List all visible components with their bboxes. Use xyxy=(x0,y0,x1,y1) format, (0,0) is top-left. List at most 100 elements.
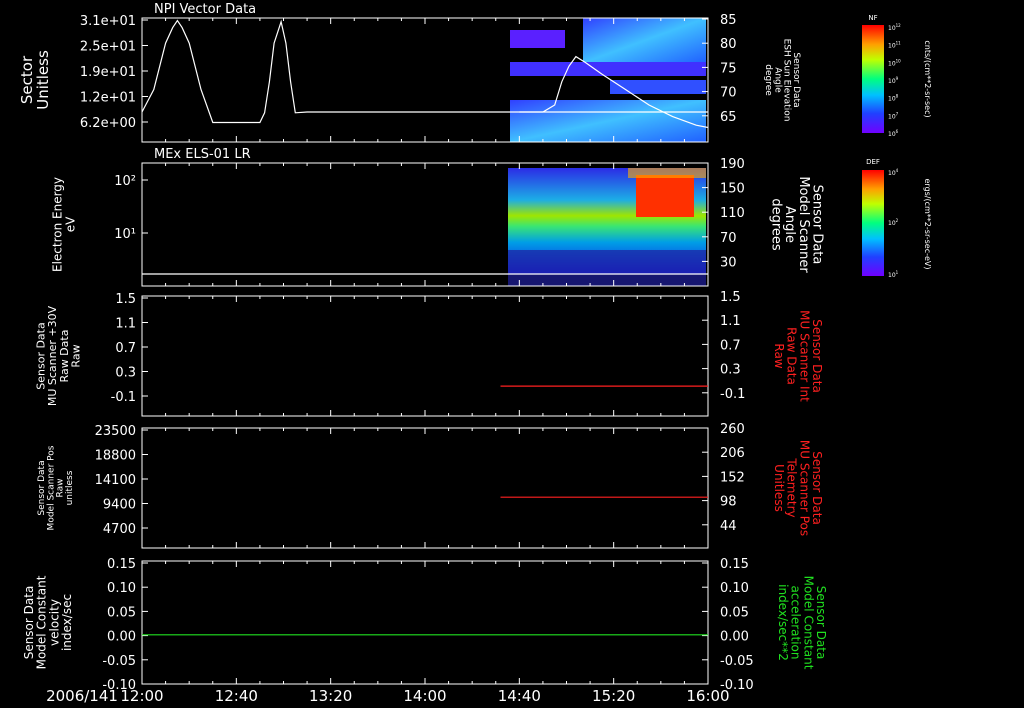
nf-colorbar-unit: cnts/(cm**2-sr-sec) xyxy=(923,40,932,117)
right-tick-label: 70 xyxy=(720,86,737,101)
nf-colorbar-tick: 107 xyxy=(888,111,899,120)
y-tick-label: 0.10 xyxy=(107,581,136,596)
right-tick-label: 75 xyxy=(720,61,737,76)
y-tick-label: 2.5e+01 xyxy=(80,40,136,55)
right-tick-label: 30 xyxy=(720,255,737,270)
right-tick-label: 85 xyxy=(720,13,737,28)
right-tick-label: 260 xyxy=(720,422,745,437)
nf-colorbar-tick: 1010 xyxy=(888,58,901,67)
y-axis-label-line: Raw xyxy=(69,344,82,367)
right-axis-label: Sensor DataModel ScannerAngledegrees xyxy=(769,176,825,273)
y-tick-label: -0.1 xyxy=(111,390,136,405)
panel-4: 23500 18800 14100 9400 4700 260 206 152 98 44 Sens… xyxy=(37,422,824,549)
right-tick-label: 0.05 xyxy=(720,605,749,620)
time-tick-label: 15:20 xyxy=(592,687,635,705)
y-axis-label-line: unitless xyxy=(65,470,75,505)
panel-5: 0.150.100.050.00-0.05-0.100.150.100.050.… xyxy=(22,557,828,693)
y-tick-label: -0.05 xyxy=(102,654,136,669)
right-tick-label: 70 xyxy=(720,231,737,246)
y-axis-label: Electron EnergyeV xyxy=(51,177,78,272)
time-tick-label: 14:00 xyxy=(403,687,446,705)
y-tick-label: 23500 xyxy=(95,424,136,439)
right-axis-label-line: degrees xyxy=(769,198,784,251)
nf-colorbar-tick: 108 xyxy=(888,94,899,103)
y-tick-label: 1.1 xyxy=(115,317,136,332)
panel-frame xyxy=(141,560,709,685)
y-axis-label: Sensor DataModel Constantvelocityindex/s… xyxy=(22,575,74,669)
y-tick-label: 14100 xyxy=(95,473,136,488)
right-axis-label-line: Raw xyxy=(772,343,786,368)
nf-colorbar-tick: 106 xyxy=(888,129,899,138)
def-colorbar: DEF ergs/(cm**2-sr-sec-eV) 104 102 101 xyxy=(862,158,932,279)
right-tick-label: 206 xyxy=(720,446,745,461)
y-tick-label: 0.05 xyxy=(107,605,136,620)
y-tick-label: 1.5 xyxy=(115,292,136,307)
right-axis-label: Sensor DataModel Constantaccelerationind… xyxy=(776,576,828,670)
y-axis-label: Sensor DataModel Scanner PosRawunitless xyxy=(37,445,75,530)
right-axis-label: Sensor DataESH Sun ElevationAngledegree xyxy=(763,39,801,122)
time-tick-label: 12:40 xyxy=(215,687,258,705)
right-axis-label: Sensor DataMU Scanner PosTelemetryUnitle… xyxy=(772,440,824,536)
y-axis-label: SectorUnitless xyxy=(18,50,52,110)
right-tick-label: 98 xyxy=(720,495,737,510)
panel-2: MEx ELS-01 LR 10² 10¹ 190 150 110 70 30 Electron… xyxy=(51,147,825,287)
panel-frame xyxy=(141,295,709,417)
y-tick-label: 9400 xyxy=(103,498,136,513)
y-tick-label: 10² xyxy=(114,174,136,189)
y-tick-label: 1.9e+01 xyxy=(80,65,136,80)
time-tick-label: 16:00 xyxy=(686,687,729,705)
y-tick-label: 6.2e+00 xyxy=(80,116,136,131)
nf-colorbar-tick: 109 xyxy=(888,76,899,85)
time-tick-label: 14:40 xyxy=(498,687,541,705)
nf-colorbar-tag: NF xyxy=(868,14,877,22)
npi-spectrogram xyxy=(510,18,706,142)
right-axis-label-line: Unitless xyxy=(772,464,786,512)
y-tick-label: 4700 xyxy=(103,522,136,537)
def-colorbar-tag: DEF xyxy=(866,158,880,166)
y-tick-label: 0.7 xyxy=(115,341,136,356)
panel-frame xyxy=(141,427,709,549)
plot-canvas: NF cnts/(cm**2-sr-sec) 1012 1011 1010 109 10… xyxy=(18,2,932,705)
def-colorbar-unit: ergs/(cm**2-sr-sec-eV) xyxy=(923,178,932,269)
def-colorbar-tick: 102 xyxy=(888,218,899,227)
y-axis-label: Sensor DataMU Scanner +30VRaw DataRaw xyxy=(35,305,83,406)
y-tick-label: 1.2e+01 xyxy=(80,91,136,106)
def-colorbar-tick: 104 xyxy=(888,168,899,177)
right-tick-label: 0.3 xyxy=(720,363,741,378)
def-colorbar-tick: 101 xyxy=(888,270,899,279)
y-tick-label: 0.3 xyxy=(115,366,136,381)
right-axis-label-line: index/sec**2 xyxy=(776,584,790,661)
panel-3: 1.5 1.1 0.7 0.3 -0.1 1.5 1.1 0.7 0.3 -0.1 Sensor D… xyxy=(35,290,824,417)
right-tick-label: 0.15 xyxy=(720,557,749,572)
right-tick-label: 0.10 xyxy=(720,581,749,596)
time-tick-label: 12:00 xyxy=(120,687,163,705)
y-tick-label: 0.00 xyxy=(107,630,136,645)
y-axis-label-line: index/sec xyxy=(60,594,74,651)
y-axis-label-line: Unitless xyxy=(34,50,52,110)
right-tick-label: 1.5 xyxy=(720,290,741,305)
nf-colorbar-tick: 1011 xyxy=(888,41,901,50)
right-tick-label: 190 xyxy=(720,157,745,172)
right-axis-label-line: degree xyxy=(763,64,773,96)
y-axis-label-line: eV xyxy=(63,216,77,232)
y-tick-label: 3.1e+01 xyxy=(80,14,136,29)
y-tick-label: 10¹ xyxy=(114,227,136,242)
right-axis-label: Sensor DataMU Scanner IntRaw DataRaw xyxy=(772,310,824,402)
time-tick-label: 13:20 xyxy=(309,687,352,705)
right-tick-label: 65 xyxy=(720,110,737,125)
nf-colorbar: NF cnts/(cm**2-sr-sec) 1012 1011 1010 109 10… xyxy=(862,14,932,138)
y-tick-label: 18800 xyxy=(95,449,136,464)
right-tick-label: 1.1 xyxy=(720,314,741,329)
right-tick-label: 44 xyxy=(720,519,737,534)
nf-colorbar-tick: 1012 xyxy=(888,23,901,32)
right-tick-label: 150 xyxy=(720,182,745,197)
y-tick-label: 0.15 xyxy=(107,557,136,572)
right-tick-label: 152 xyxy=(720,470,745,485)
panel-title: MEx ELS-01 LR xyxy=(154,147,251,162)
right-tick-label: 0.00 xyxy=(720,630,749,645)
right-tick-label: 110 xyxy=(720,206,745,221)
els-spectrogram xyxy=(508,168,706,286)
right-tick-label: 80 xyxy=(720,37,737,52)
right-tick-label: -0.1 xyxy=(720,387,745,402)
right-tick-label: 0.7 xyxy=(720,338,741,353)
